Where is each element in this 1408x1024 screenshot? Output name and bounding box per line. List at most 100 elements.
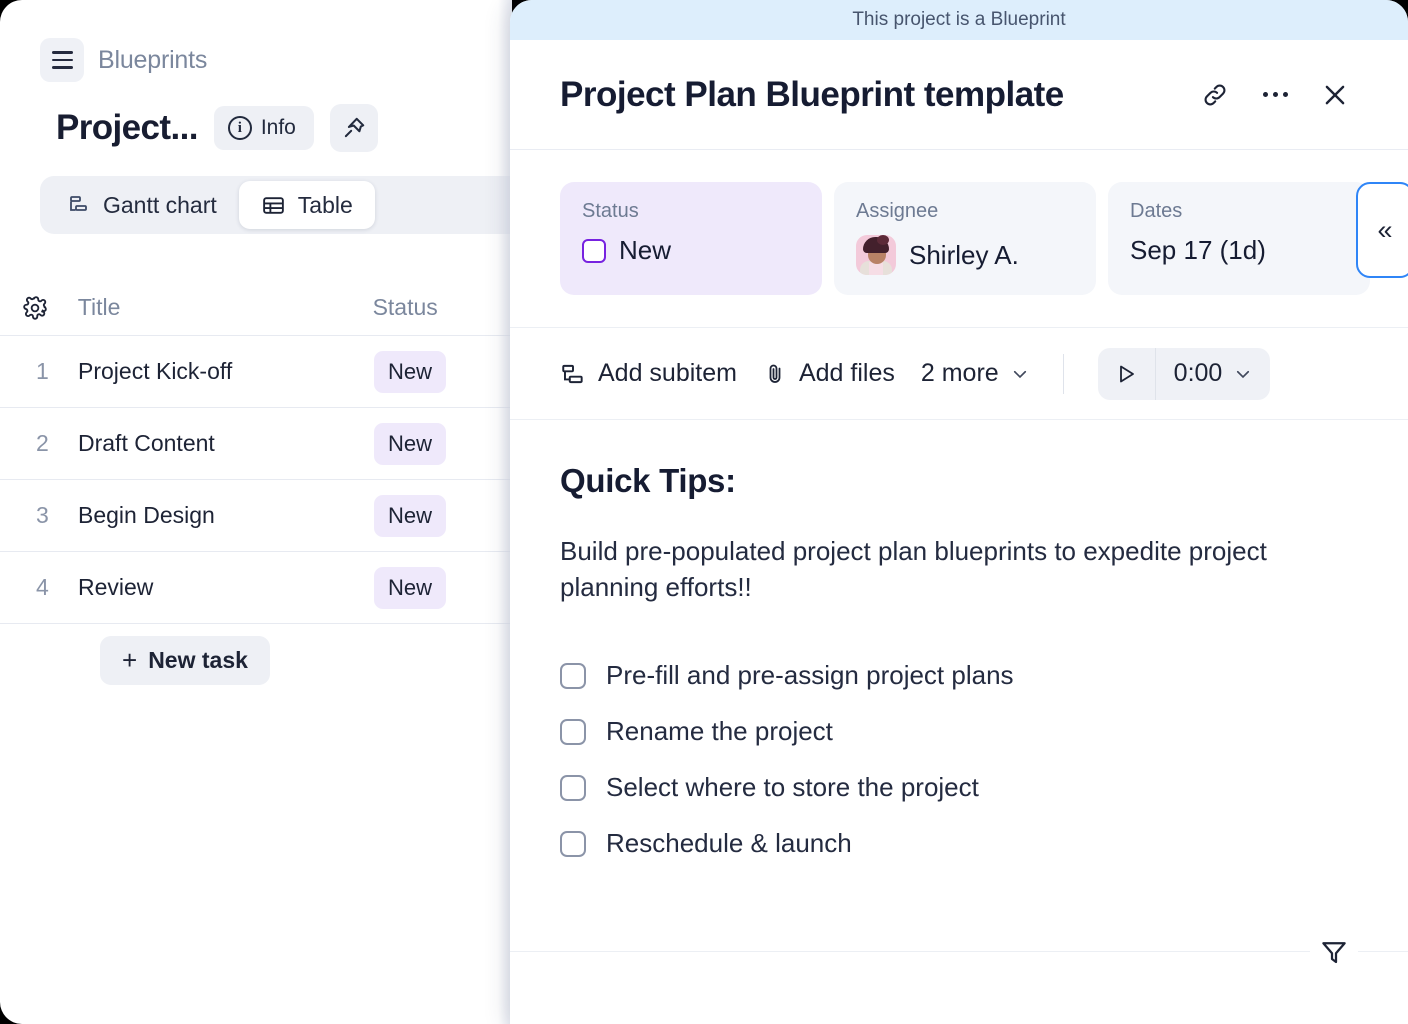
checklist-item-label: Reschedule & launch [606, 828, 852, 859]
field-status[interactable]: Status New [560, 182, 822, 295]
row-status-cell[interactable]: New [374, 567, 446, 609]
row-title[interactable]: Draft Content [78, 430, 374, 457]
project-title-row: Project... i Info [0, 82, 512, 152]
info-button-label: Info [261, 116, 296, 140]
info-circle-icon: i [228, 116, 252, 140]
collapse-fields-button[interactable]: « [1356, 182, 1408, 278]
column-settings-button[interactable] [22, 295, 78, 321]
field-status-label: Status [582, 200, 800, 223]
project-list-panel: Blueprints Project... i Info [0, 0, 512, 1024]
row-number: 3 [22, 502, 78, 529]
close-icon [1320, 80, 1350, 110]
row-status-cell[interactable]: New [374, 351, 446, 393]
field-assignee[interactable]: Assignee Shirley A. [834, 182, 1096, 295]
subitem-icon [560, 361, 586, 387]
timer-value-group[interactable]: 0:00 [1156, 359, 1271, 388]
chevron-double-left-icon: « [1377, 215, 1392, 246]
blueprint-banner-text: This project is a Blueprint [852, 9, 1065, 31]
gantt-icon [67, 193, 91, 217]
table-row[interactable]: 1 Project Kick-off New [0, 336, 512, 408]
gear-icon [22, 295, 48, 321]
status-checkbox-icon[interactable] [582, 239, 606, 263]
checklist-item[interactable]: Rename the project [560, 704, 1358, 760]
add-subitem-label: Add subitem [598, 359, 737, 388]
pin-icon [341, 115, 367, 141]
checklist-item[interactable]: Select where to store the project [560, 760, 1358, 816]
more-actions-button[interactable]: 2 more [921, 359, 1029, 388]
page-title: Project... [56, 108, 198, 148]
pin-button[interactable] [330, 104, 378, 152]
add-subitem-button[interactable]: Add subitem [560, 359, 737, 388]
status-badge: New [374, 351, 446, 393]
detail-actions: Add subitem Add files 2 more [510, 328, 1408, 420]
checklist-item[interactable]: Pre-fill and pre-assign project plans [560, 648, 1358, 704]
footer-divider [510, 951, 1408, 952]
close-panel-button[interactable] [1312, 72, 1358, 118]
tab-gantt-chart-label: Gantt chart [103, 192, 217, 219]
field-dates-value-row: Sep 17 (1d) [1130, 235, 1348, 266]
timer-value: 0:00 [1174, 359, 1223, 388]
checklist-item[interactable]: Reschedule & launch [560, 816, 1358, 872]
column-header-status[interactable]: Status [373, 294, 512, 321]
column-header-title[interactable]: Title [78, 294, 373, 321]
blueprint-banner: This project is a Blueprint [510, 0, 1408, 40]
row-number: 1 [22, 358, 78, 385]
copy-link-button[interactable] [1192, 72, 1238, 118]
hamburger-icon [52, 51, 73, 68]
status-badge: New [374, 423, 446, 465]
hamburger-menu-button[interactable] [40, 38, 84, 82]
row-title[interactable]: Begin Design [78, 502, 374, 529]
add-files-button[interactable]: Add files [763, 359, 895, 388]
row-number: 4 [22, 574, 78, 601]
filter-button[interactable] [1310, 928, 1358, 976]
row-title[interactable]: Project Kick-off [78, 358, 374, 385]
avatar [856, 235, 896, 275]
field-assignee-label: Assignee [856, 200, 1074, 223]
actions-divider [1063, 354, 1064, 394]
new-task-label: New task [148, 647, 248, 674]
row-number: 2 [22, 430, 78, 457]
workspace-name: Blueprints [98, 46, 207, 75]
quick-tips-checklist: Pre-fill and pre-assign project plans Re… [560, 648, 1358, 872]
start-timer-button[interactable] [1098, 348, 1156, 400]
field-dates-label: Dates [1130, 200, 1348, 223]
quick-tips-paragraph: Build pre-populated project plan bluepri… [560, 534, 1358, 606]
table-icon [261, 193, 286, 218]
info-button[interactable]: i Info [214, 106, 314, 150]
table-row[interactable]: 3 Begin Design New [0, 480, 512, 552]
left-top-bar: Blueprints [0, 0, 512, 82]
chevron-down-icon [1011, 365, 1029, 383]
detail-body: Quick Tips: Build pre-populated project … [510, 420, 1408, 872]
more-options-button[interactable] [1252, 72, 1298, 118]
row-status-cell[interactable]: New [374, 495, 446, 537]
table-header-row: Title Status [0, 280, 512, 336]
filter-icon [1319, 937, 1349, 967]
new-task-button[interactable]: + New task [100, 636, 270, 685]
checkbox-icon[interactable] [560, 719, 586, 745]
tab-table-label: Table [298, 192, 353, 219]
checkbox-icon[interactable] [560, 663, 586, 689]
detail-title[interactable]: Project Plan Blueprint template [560, 75, 1178, 115]
checkbox-icon[interactable] [560, 775, 586, 801]
status-badge: New [374, 567, 446, 609]
detail-header: Project Plan Blueprint template [510, 40, 1408, 150]
row-status-cell[interactable]: New [374, 423, 446, 465]
field-dates[interactable]: Dates Sep 17 (1d) [1108, 182, 1370, 295]
field-dates-value: Sep 17 (1d) [1130, 235, 1266, 266]
plus-icon: + [122, 647, 137, 673]
tab-table[interactable]: Table [239, 181, 375, 229]
checkbox-icon[interactable] [560, 831, 586, 857]
detail-fields: Status New Assignee Shirley A. Dates [510, 150, 1408, 328]
new-task-row: + New task [0, 624, 512, 696]
play-icon [1114, 362, 1138, 386]
quick-tips-heading: Quick Tips: [560, 462, 1358, 500]
row-title[interactable]: Review [78, 574, 374, 601]
field-status-value: New [619, 235, 671, 266]
more-actions-label: 2 more [921, 359, 999, 388]
view-tabs: Gantt chart Table [40, 176, 512, 234]
table-row[interactable]: 4 Review New [0, 552, 512, 624]
tab-gantt-chart[interactable]: Gantt chart [45, 181, 239, 229]
table-row[interactable]: 2 Draft Content New [0, 408, 512, 480]
time-tracker[interactable]: 0:00 [1098, 348, 1271, 400]
app-root: Blueprints Project... i Info [0, 0, 1408, 1024]
